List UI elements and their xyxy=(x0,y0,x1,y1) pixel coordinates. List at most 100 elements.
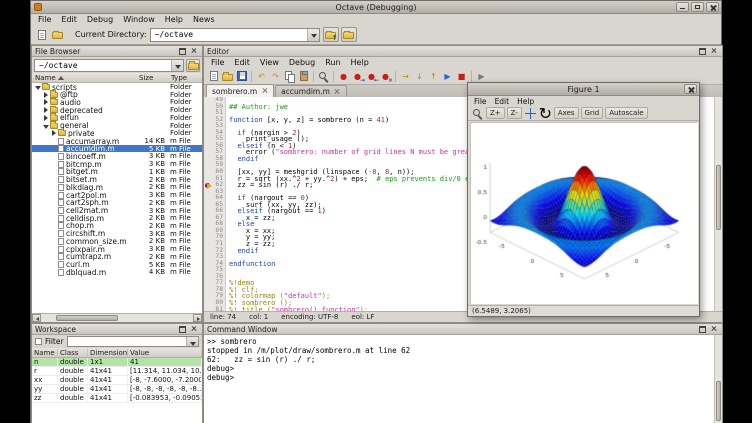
autoscale-button[interactable]: Autoscale xyxy=(605,107,647,119)
scroll-right-icon[interactable] xyxy=(193,314,202,322)
tab-close-icon[interactable] xyxy=(261,88,268,95)
browse-directory-icon[interactable] xyxy=(341,27,357,42)
run-script-icon[interactable]: ▶ xyxy=(475,70,488,83)
zoom-icon[interactable] xyxy=(471,107,484,120)
file-browser-path-combo[interactable]: ~/octave xyxy=(34,59,184,72)
figure-menu-edit[interactable]: Edit xyxy=(491,97,514,106)
current-directory-combo[interactable]: ~/octave xyxy=(150,28,320,42)
save-file-icon[interactable] xyxy=(235,70,248,83)
editor-menu-view[interactable]: View xyxy=(255,58,284,67)
figure-menu-file[interactable]: File xyxy=(470,97,491,106)
rotate-icon[interactable]: ↻ xyxy=(539,107,552,120)
next-breakpoint-icon[interactable]: ●→ xyxy=(351,70,364,83)
column-header-name[interactable]: Name xyxy=(32,74,136,82)
directory-up-icon[interactable]: ↑ xyxy=(323,27,339,42)
command-window-output[interactable]: >> sombrerostopped in /m/plot/draw/sombr… xyxy=(204,335,714,423)
new-script-icon[interactable] xyxy=(35,28,48,41)
file-browser-header[interactable]: File Browser xyxy=(32,46,202,57)
open-file-icon[interactable] xyxy=(51,28,64,41)
close-icon[interactable] xyxy=(189,47,199,55)
paste-icon[interactable] xyxy=(297,70,310,83)
editor-header[interactable]: Editor xyxy=(204,46,722,57)
undock-icon[interactable] xyxy=(697,47,707,55)
editor-menu-debug[interactable]: Debug xyxy=(284,58,320,67)
pan-icon[interactable] xyxy=(524,107,537,120)
step-over-icon[interactable]: → xyxy=(399,70,412,83)
column-header-name[interactable]: Name xyxy=(32,349,58,357)
workspace-table[interactable]: ndouble1x141rdouble41x41[11.314, 11.034,… xyxy=(32,358,202,423)
directory-actions-button[interactable] xyxy=(186,59,200,72)
close-icon[interactable] xyxy=(189,325,199,333)
stop-debug-icon[interactable]: ■ xyxy=(455,70,468,83)
new-script-icon[interactable] xyxy=(207,70,220,83)
main-titlebar[interactable]: Octave (Debugging) xyxy=(31,1,721,14)
maximize-button[interactable] xyxy=(691,2,704,12)
menu-file[interactable]: File xyxy=(33,15,56,24)
figure-titlebar[interactable]: Figure 1 xyxy=(468,83,699,96)
scrollbar-thumb[interactable] xyxy=(56,315,118,321)
file-tree[interactable]: scriptsFolder@ftpFolderaudioFolderdeprec… xyxy=(32,83,202,313)
menu-debug[interactable]: Debug xyxy=(82,15,118,24)
file-browser-hscrollbar[interactable] xyxy=(32,313,202,322)
editor-tab[interactable]: sombrero.m xyxy=(206,84,274,97)
undo-icon[interactable]: ↶ xyxy=(255,70,268,83)
figure-window[interactable]: Figure 1 FileEditHelp Z+Z- ↻AxesGridAutos… xyxy=(467,82,700,317)
undock-icon[interactable] xyxy=(177,47,187,55)
menu-news[interactable]: News xyxy=(188,15,220,24)
workspace-row[interactable]: zzdouble41x41[-0.083953, -0.090556... xyxy=(32,394,202,403)
zoom-out-button[interactable]: Z- xyxy=(507,107,522,119)
redo-icon[interactable]: ↷ xyxy=(269,70,282,83)
editor-menu-edit[interactable]: Edit xyxy=(229,58,255,67)
column-header-type[interactable]: Type xyxy=(168,74,202,82)
workspace-row[interactable]: ndouble1x141 xyxy=(32,358,202,367)
minimize-button[interactable] xyxy=(676,2,689,12)
close-button[interactable] xyxy=(706,2,719,12)
menu-edit[interactable]: Edit xyxy=(56,15,82,24)
scroll-left-icon[interactable] xyxy=(32,314,41,322)
menu-window[interactable]: Window xyxy=(118,15,160,24)
scrollbar-thumb[interactable] xyxy=(716,381,721,421)
step-in-icon[interactable]: ↓ xyxy=(413,70,426,83)
chevron-down-icon[interactable] xyxy=(171,60,183,71)
workspace-row[interactable]: yydouble41x41[-8, -8, -8, -8, -8, -8... xyxy=(32,385,202,394)
close-button[interactable] xyxy=(684,84,697,94)
figure-menu-help[interactable]: Help xyxy=(513,97,538,106)
zoom-in-button[interactable]: Z+ xyxy=(486,107,505,119)
filter-combo[interactable] xyxy=(67,336,199,347)
command-window-vscrollbar[interactable] xyxy=(714,335,722,423)
expander-icon[interactable] xyxy=(34,83,42,91)
filter-checkbox[interactable] xyxy=(35,338,42,345)
copy-icon[interactable] xyxy=(283,70,296,83)
column-header-size[interactable]: Size xyxy=(136,74,168,82)
column-header-class[interactable]: Class xyxy=(58,349,88,357)
scrollbar-thumb[interactable] xyxy=(716,165,721,229)
undock-icon[interactable] xyxy=(697,325,707,333)
undock-icon[interactable] xyxy=(177,325,187,333)
figure-plot-canvas[interactable] xyxy=(471,123,698,304)
axes-button[interactable]: Axes xyxy=(554,107,579,119)
workspace-header[interactable]: Workspace xyxy=(32,324,202,335)
find-icon[interactable] xyxy=(317,70,330,83)
chevron-down-icon[interactable] xyxy=(186,337,198,346)
workspace-row[interactable]: xxdouble41x41[-8, -7.6000, -7.2000... xyxy=(32,376,202,385)
chevron-down-icon[interactable] xyxy=(307,29,319,41)
file-tree-item[interactable]: dblquad.m4 KBm File xyxy=(32,268,202,276)
toggle-breakpoint-icon[interactable]: ● xyxy=(337,70,350,83)
previous-breakpoint-icon[interactable]: ●← xyxy=(365,70,378,83)
open-file-icon[interactable] xyxy=(221,70,234,83)
editor-menu-help[interactable]: Help xyxy=(346,58,374,67)
menu-help[interactable]: Help xyxy=(160,15,188,24)
close-icon[interactable] xyxy=(709,325,719,333)
column-header-dimension[interactable]: Dimension xyxy=(88,349,128,357)
workspace-row[interactable]: rdouble41x41[11.314, 11.034, 10.763... xyxy=(32,367,202,376)
step-out-icon[interactable]: ↑ xyxy=(427,70,440,83)
grid-button[interactable]: Grid xyxy=(581,107,604,119)
column-header-value[interactable]: Value xyxy=(128,349,202,357)
figure-plot-area[interactable] xyxy=(470,122,697,304)
tab-close-icon[interactable] xyxy=(334,88,341,95)
continue-icon[interactable]: ▶ xyxy=(441,70,454,83)
editor-menu-run[interactable]: Run xyxy=(320,58,345,67)
remove-breakpoints-icon[interactable]: ●× xyxy=(379,70,392,83)
editor-vscrollbar[interactable] xyxy=(714,97,722,311)
editor-menu-file[interactable]: File xyxy=(206,58,229,67)
